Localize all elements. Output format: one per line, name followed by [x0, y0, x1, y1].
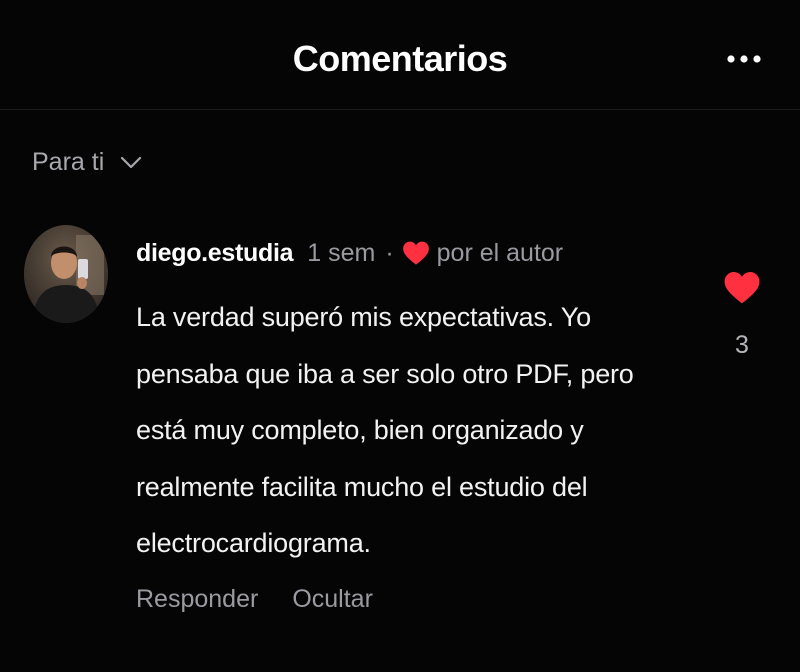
comment-body: diego.estudia 1 sem · por el autor La ve…	[136, 225, 676, 572]
meta-separator: ·	[385, 238, 394, 267]
like-count: 3	[735, 331, 749, 359]
avatar-photo	[24, 225, 108, 323]
more-options-button[interactable]	[724, 44, 764, 74]
more-horizontal-icon	[727, 55, 761, 63]
reply-button[interactable]: Responder	[136, 585, 258, 614]
chevron-down-icon	[121, 156, 142, 168]
comment-text: La verdad superó mis expectativas. Yo pe…	[136, 302, 634, 558]
liked-by-author-label: por el autor	[436, 238, 564, 267]
comment-timestamp: 1 sem	[307, 238, 376, 267]
comment-meta: diego.estudia 1 sem · por el autor	[136, 225, 676, 281]
sort-filter-label: Para ti	[32, 148, 105, 176]
sort-filter-dropdown[interactable]: Para ti	[32, 148, 142, 177]
heart-filled-icon[interactable]	[723, 270, 761, 305]
comment-like-column: 3	[722, 270, 762, 360]
comment-username[interactable]: diego.estudia	[136, 239, 294, 268]
avatar[interactable]	[24, 225, 108, 323]
header: Comentarios	[0, 0, 800, 110]
hide-button[interactable]: Ocultar	[292, 585, 373, 614]
comment-item: diego.estudia 1 sem · por el autor La ve…	[24, 225, 776, 625]
liked-by-author-badge: por el autor	[402, 239, 563, 268]
comment-actions: Responder Ocultar	[136, 585, 373, 614]
heart-icon	[402, 241, 429, 265]
page-title: Comentarios	[292, 38, 508, 79]
